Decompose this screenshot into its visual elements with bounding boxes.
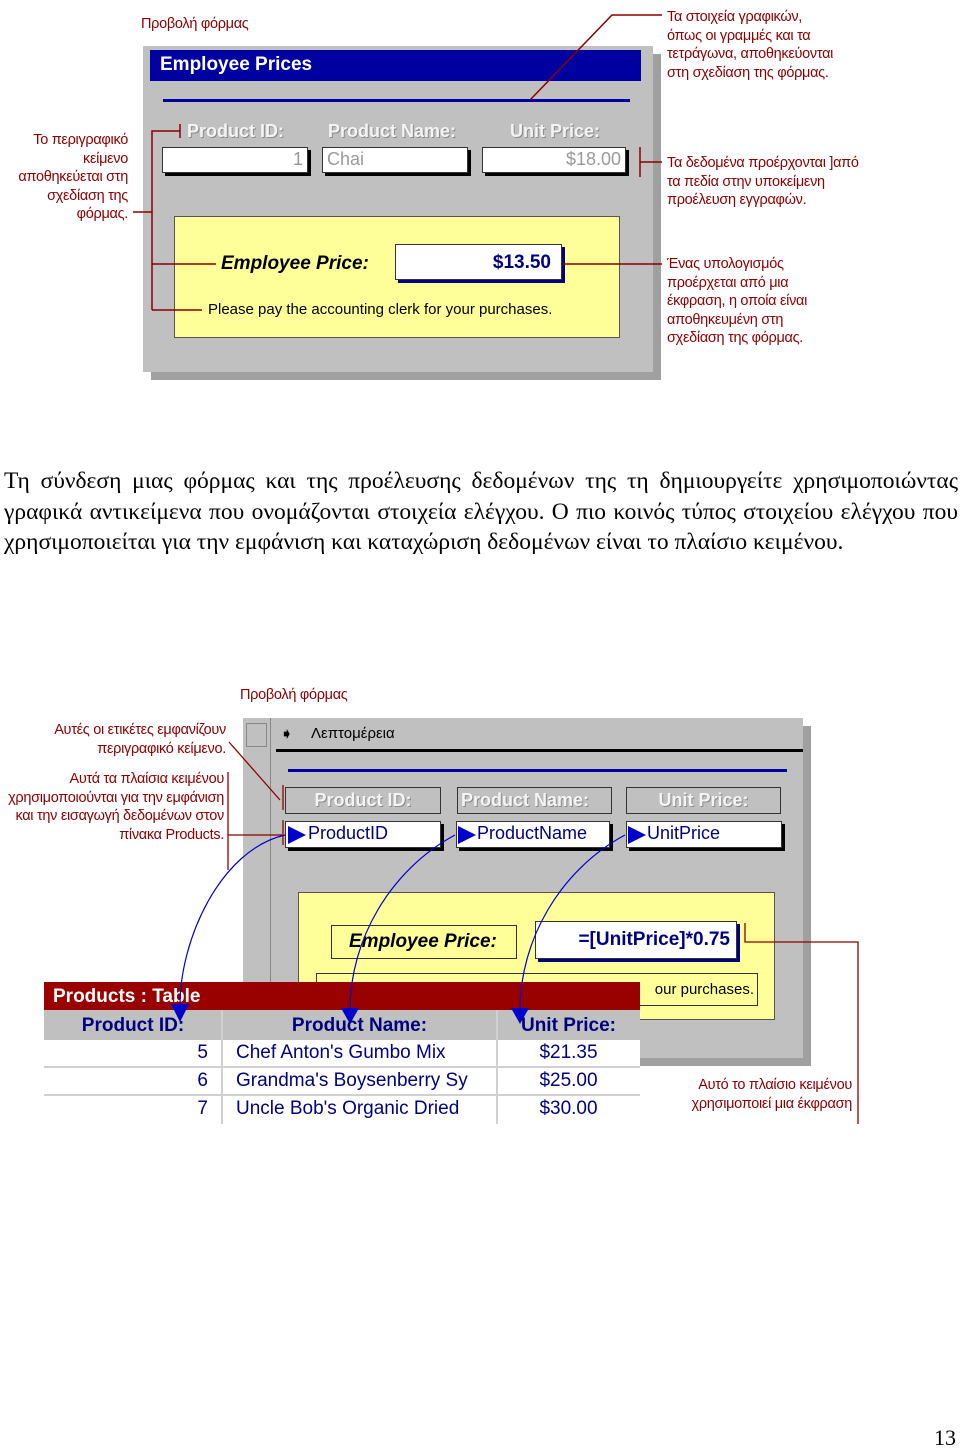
figure1-leader-lines: [133, 14, 662, 311]
figure2-leader-lines: [171, 741, 859, 1124]
page-number: 13: [934, 1425, 956, 1450]
body-paragraph: Τη σύνδεση μιας φόρμας και της προέλευση…: [4, 468, 958, 555]
